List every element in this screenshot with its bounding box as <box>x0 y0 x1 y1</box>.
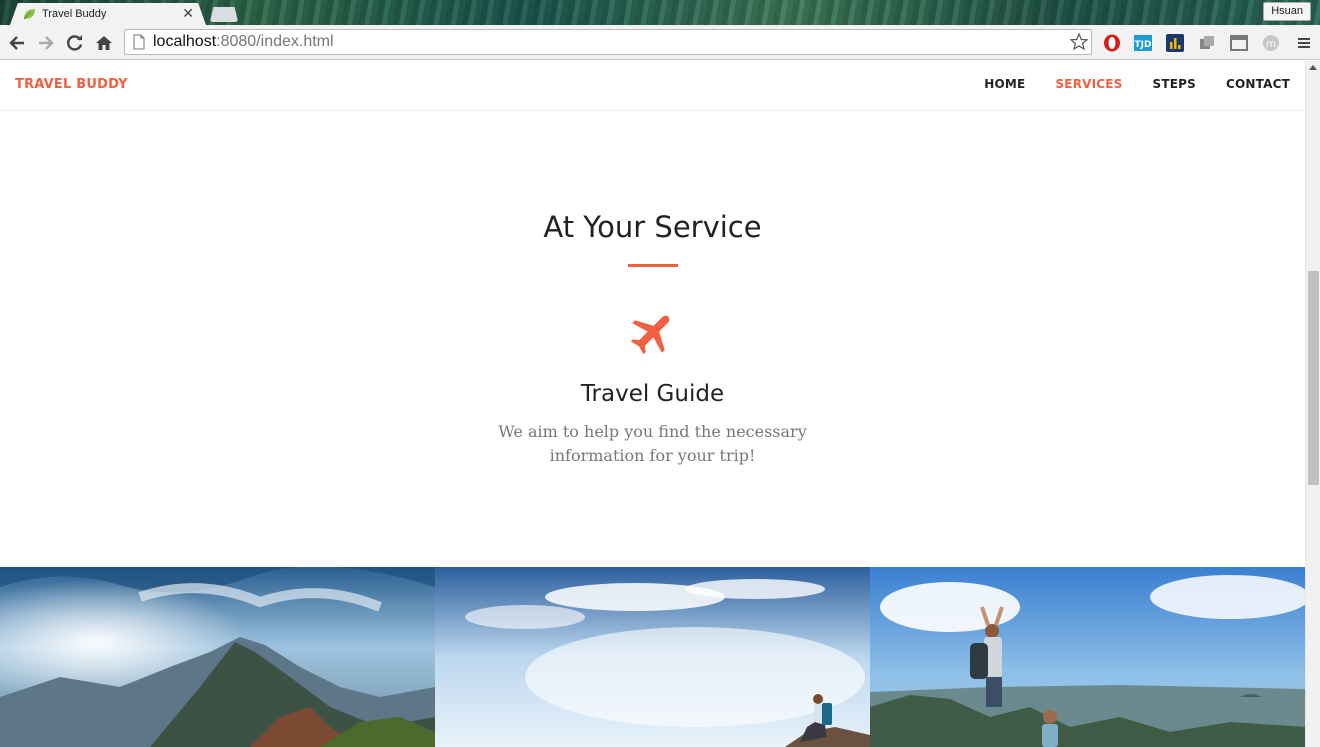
leaf-favicon-icon <box>23 9 35 20</box>
url-text: localhost:8080/index.html <box>153 33 334 50</box>
page-viewport: TRAVEL BUDDY HOME SERVICES STEPS CONTACT… <box>0 61 1305 747</box>
window-icon[interactable] <box>1229 33 1249 53</box>
chart-icon[interactable] <box>1165 33 1185 53</box>
page-scrollbar[interactable] <box>1305 61 1320 747</box>
menu-icon[interactable] <box>1294 33 1314 53</box>
back-icon[interactable] <box>7 33 27 53</box>
tab-travel-buddy[interactable]: Travel Buddy ✕ <box>10 3 206 25</box>
forward-icon[interactable] <box>36 33 56 53</box>
svg-text:TJD: TJD <box>1135 40 1152 50</box>
bookmark-star-icon[interactable] <box>1069 32 1089 52</box>
tab-title: Travel Buddy <box>42 8 107 20</box>
brand-link[interactable]: TRAVEL BUDDY <box>15 77 128 92</box>
nav-link-contact[interactable]: CONTACT <box>1226 77 1290 91</box>
page-icon <box>133 34 145 50</box>
title-divider <box>628 264 678 267</box>
opera-icon[interactable] <box>1102 33 1122 53</box>
new-tab-button[interactable] <box>210 7 238 22</box>
nav-links: HOME SERVICES STEPS CONTACT <box>954 77 1290 91</box>
nav-link-home[interactable]: HOME <box>984 77 1025 91</box>
scrollbar-thumb[interactable] <box>1308 271 1319 485</box>
nav-link-services[interactable]: SERVICES <box>1055 77 1122 91</box>
hikers-summit-photo[interactable] <box>870 567 1305 747</box>
browser-toolbar: localhost:8080/index.html TJD m <box>0 25 1320 60</box>
close-icon[interactable]: ✕ <box>182 7 194 21</box>
puzzle-icon[interactable] <box>1197 33 1217 53</box>
site-navbar: TRAVEL BUDDY HOME SERVICES STEPS CONTACT <box>0 61 1305 111</box>
tjd-icon[interactable]: TJD <box>1133 33 1153 53</box>
sky-hiker-photo[interactable] <box>435 567 870 747</box>
reload-icon[interactable] <box>65 33 85 53</box>
service-heading: Travel Guide <box>580 381 725 407</box>
m-icon[interactable]: m <box>1261 33 1281 53</box>
address-bar[interactable]: localhost:8080/index.html <box>124 29 1092 55</box>
nav-link-steps[interactable]: STEPS <box>1153 77 1196 91</box>
photo-gallery <box>0 567 1305 747</box>
section-title: At Your Service <box>543 210 762 244</box>
svg-text:m: m <box>1266 39 1276 50</box>
mountain-landscape-photo[interactable] <box>0 567 435 747</box>
profile-button[interactable]: Hsuan <box>1263 2 1311 21</box>
services-section: At Your Service Travel Guide We aim to h… <box>0 111 1305 567</box>
scroll-up-arrow-icon[interactable] <box>1309 65 1317 70</box>
tab-strip: Travel Buddy ✕ Hsuan <box>0 0 1320 25</box>
plane-icon <box>630 315 670 355</box>
service-description: We aim to help you find the necessary in… <box>498 422 807 465</box>
home-icon[interactable] <box>94 33 114 53</box>
